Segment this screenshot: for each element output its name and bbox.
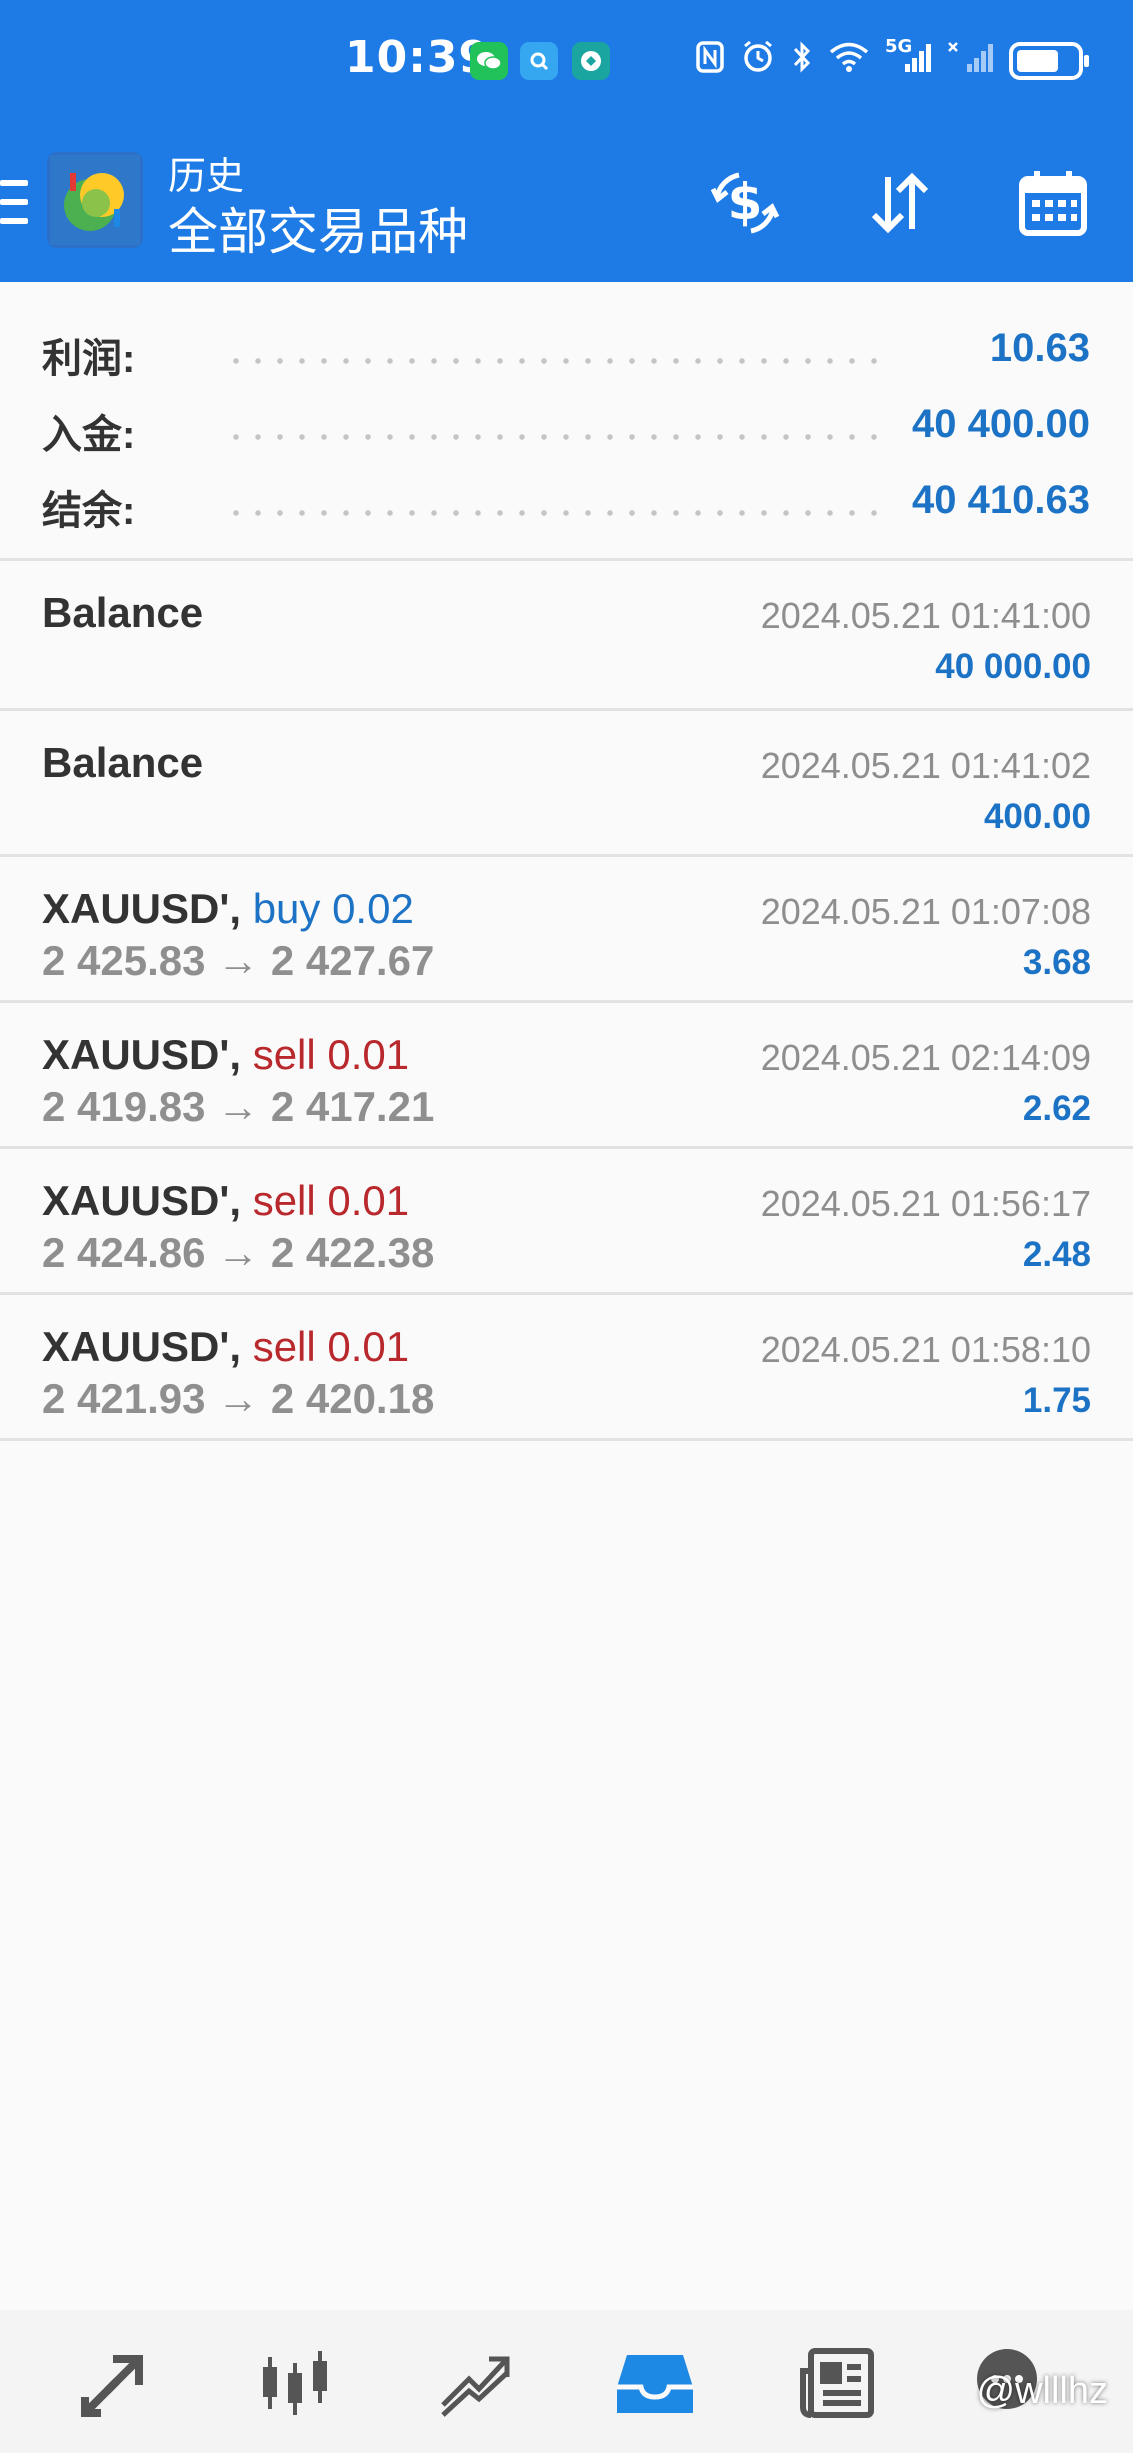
- wechat-notification-icon: [470, 42, 508, 80]
- app-bar: 历史 全部交易品种 $: [0, 130, 1133, 282]
- menu-icon[interactable]: [0, 180, 28, 224]
- row-prices: 2 424.86 → 2 422.38: [42, 1229, 435, 1276]
- history-row-trade[interactable]: XAUUSD', sell 0.01 2 421.93 → 2 420.18 2…: [0, 1295, 1133, 1441]
- deposit-value: 40 400.00: [912, 402, 1090, 446]
- trade-side-sell: sell 0.01: [252, 1323, 410, 1370]
- quotes-icon[interactable]: [250, 2338, 340, 2428]
- dotted-leader: [225, 358, 883, 364]
- top-header: 10:39 5G 历史 全部交易品种 $: [0, 0, 1133, 282]
- balance-label: 结余:: [42, 489, 136, 533]
- summary-balance-row: 结余: 40 410.63: [0, 460, 1133, 533]
- bottom-navigation: [0, 2310, 1133, 2453]
- history-row-trade[interactable]: XAUUSD', buy 0.02 2 425.83 → 2 427.67 20…: [0, 857, 1133, 1003]
- row-name: Balance: [42, 739, 204, 786]
- history-icon[interactable]: [610, 2338, 700, 2428]
- dotted-leader: [225, 510, 883, 516]
- row-time: 2024.05.21 01:58:10: [760, 1329, 1091, 1370]
- row-profit: 1.75: [1022, 1381, 1091, 1420]
- row-prices: 2 421.93 → 2 420.18: [42, 1375, 435, 1422]
- trade-side-sell: sell 0.01: [252, 1031, 410, 1078]
- status-bar: 10:39 5G: [0, 0, 1133, 120]
- history-row-balance[interactable]: Balance 2024.05.21 01:41:02 400.00: [0, 711, 1133, 857]
- signal-5g-icon: 5G: [885, 36, 931, 83]
- bluetooth-icon: [791, 40, 813, 83]
- row-time: 2024.05.21 01:41:02: [760, 745, 1091, 786]
- row-prices: 2 425.83 → 2 427.67: [42, 937, 435, 984]
- system-icons: 5G: [695, 36, 1089, 84]
- summary-profit-row: 利润: 10.63: [0, 308, 1133, 381]
- balance-value: 40 410.63: [912, 478, 1090, 522]
- trade-side-buy: buy 0.02: [252, 885, 414, 932]
- history-row-trade[interactable]: XAUUSD', sell 0.01 2 419.83 → 2 417.21 2…: [0, 1003, 1133, 1149]
- sort-icon[interactable]: [855, 158, 945, 248]
- alarm-icon: [741, 40, 775, 83]
- row-time: 2024.05.21 01:41:00: [760, 595, 1091, 636]
- row-profit: 400.00: [983, 797, 1091, 836]
- chart-icon[interactable]: [430, 2338, 520, 2428]
- nfc-icon: [695, 40, 725, 83]
- row-name: Balance: [42, 589, 204, 636]
- row-prices: 2 419.83 → 2 417.21: [42, 1083, 435, 1130]
- summary-deposit-row: 入金: 40 400.00: [0, 384, 1133, 457]
- row-profit: 2.62: [1022, 1089, 1091, 1128]
- row-profit: 40 000.00: [935, 647, 1091, 686]
- browser-notification-icon: [572, 42, 610, 80]
- battery-icon: [1009, 42, 1089, 80]
- summary-panel: 利润: 10.63 入金: 40 400.00 结余: 40 410.63: [0, 300, 1133, 558]
- svg-text:$: $: [728, 173, 763, 231]
- row-time: 2024.05.21 01:07:08: [760, 891, 1091, 932]
- divider: [0, 1438, 1133, 1441]
- deposit-label: 入金:: [42, 413, 136, 457]
- trade-side-sell: sell 0.01: [252, 1177, 410, 1224]
- row-name: XAUUSD', sell 0.01: [42, 1323, 410, 1370]
- profit-value: 10.63: [989, 326, 1090, 370]
- dotted-leader: [225, 434, 883, 440]
- history-row-balance[interactable]: Balance 2024.05.21 01:41:00 40 000.00: [0, 561, 1133, 707]
- wifi-icon: [829, 41, 869, 82]
- signal-secondary-icon: [947, 40, 993, 83]
- row-name: XAUUSD', sell 0.01: [42, 1177, 410, 1224]
- search-notification-icon: [520, 42, 558, 80]
- dollar-refresh-icon[interactable]: $: [700, 158, 790, 248]
- profit-label: 利润:: [42, 337, 136, 381]
- signal-5g-label: 5G: [885, 35, 913, 57]
- row-name: XAUUSD', sell 0.01: [42, 1031, 410, 1078]
- row-profit: 3.68: [1022, 943, 1091, 982]
- watermark-text: @wlllhz: [976, 2370, 1108, 2412]
- row-name: XAUUSD', buy 0.02: [42, 885, 414, 932]
- row-time: 2024.05.21 02:14:09: [760, 1037, 1091, 1078]
- row-profit: 2.48: [1022, 1235, 1091, 1274]
- news-icon[interactable]: [792, 2338, 882, 2428]
- history-row-trade[interactable]: XAUUSD', sell 0.01 2 424.86 → 2 422.38 2…: [0, 1149, 1133, 1295]
- trade-icon[interactable]: [70, 2338, 160, 2428]
- metatrader-logo: [47, 152, 143, 248]
- symbol-filter[interactable]: 全部交易品种: [168, 192, 468, 264]
- calendar-icon[interactable]: [1008, 158, 1098, 248]
- row-time: 2024.05.21 01:56:17: [760, 1183, 1091, 1224]
- status-time: 10:39: [345, 32, 491, 83]
